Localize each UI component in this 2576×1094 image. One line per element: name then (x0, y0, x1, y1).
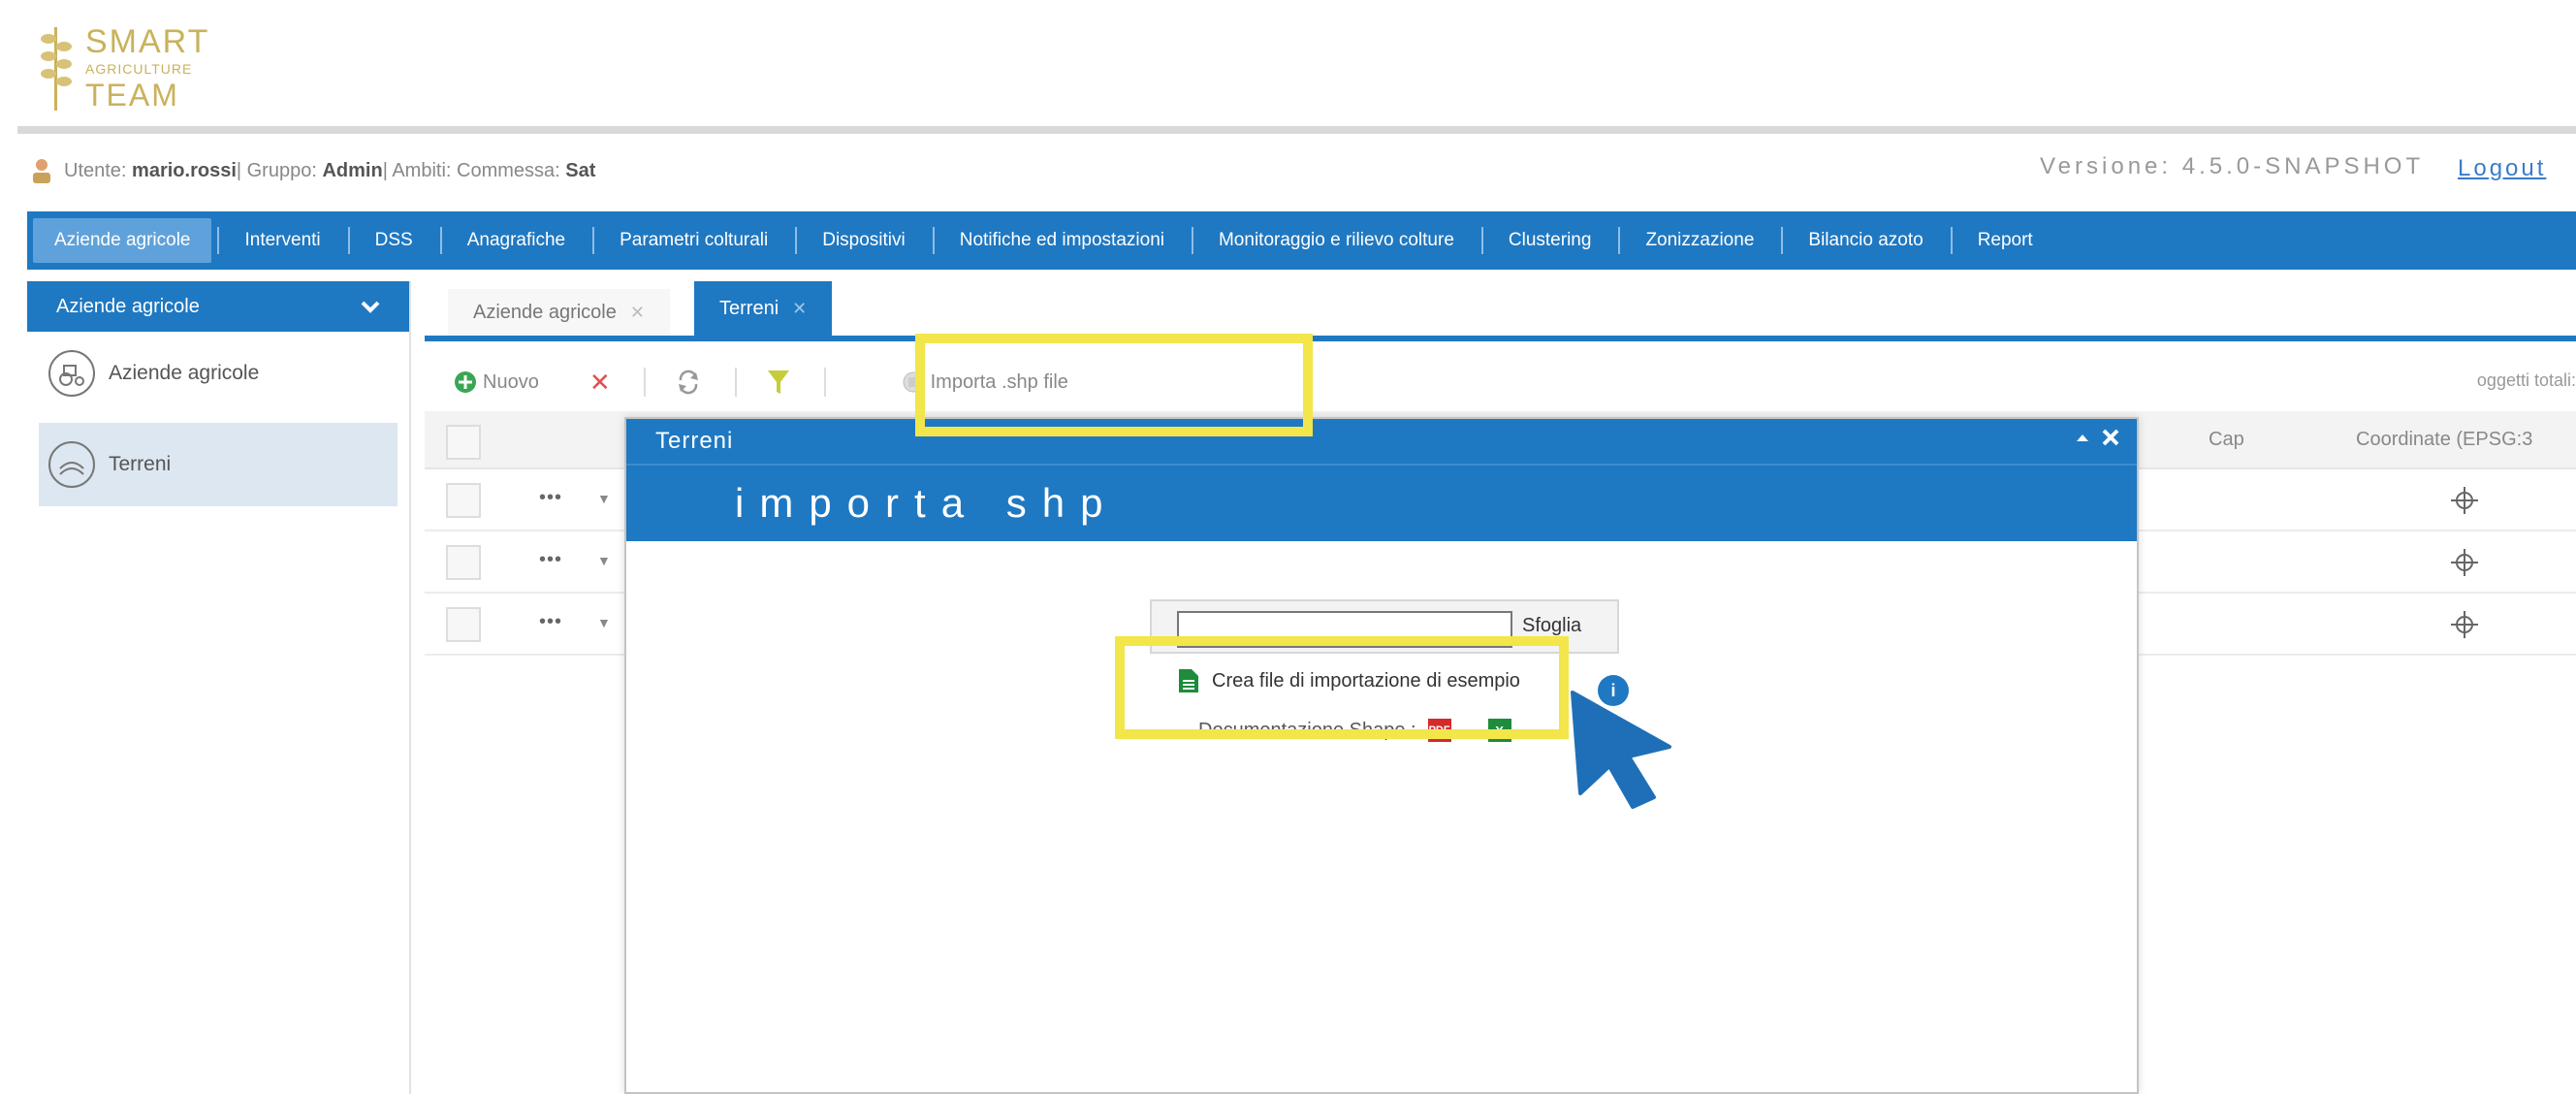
nav-clustering[interactable]: Clustering (1480, 211, 1619, 270)
nav-bilancio-azoto[interactable]: Bilancio azoto (1781, 211, 1950, 270)
close-icon[interactable]: ✕ (630, 303, 645, 323)
version-label: Versione: 4.5.0-SNAPSHOT (2040, 153, 2425, 179)
wheat-logo-icon (41, 27, 72, 111)
new-button[interactable]: Nuovo (454, 370, 539, 394)
nav-report[interactable]: Report (1950, 211, 2060, 270)
create-example-file-label: Crea file di importazione di esempio (1212, 669, 1520, 692)
x-icon: ✕ (588, 367, 611, 397)
user-icon (33, 159, 50, 183)
nav-notifiche[interactable]: Notifiche ed impostazioni (932, 211, 1192, 270)
file-upload-box: Sfoglia (1150, 599, 1619, 654)
chevron-down-icon (361, 301, 380, 313)
pdf-icon[interactable]: PDF (1427, 719, 1451, 742)
user-label: Utente: (64, 159, 127, 181)
sidebar-header-label: Aziende agricole (56, 295, 200, 317)
chevron-down-icon[interactable]: ▼ (597, 615, 611, 630)
dialog-controls (2075, 427, 2121, 448)
sidebar-item-terreni[interactable]: Terreni (39, 423, 398, 506)
nav-aziende-agricole[interactable]: Aziende agricole (33, 218, 212, 263)
upload-icon (903, 371, 924, 393)
plus-circle-icon (455, 371, 476, 393)
toolbar-divider (643, 368, 646, 397)
sidebar-item-label: Terreni (109, 453, 172, 475)
select-all-checkbox[interactable] (446, 425, 481, 460)
app-root: SMART AGRICULTURE TEAM Utente: mario.ros… (0, 0, 2576, 1094)
close-icon[interactable] (2100, 427, 2121, 448)
column-header-coordinates[interactable]: Coordinate (EPSG:3 (2356, 429, 2532, 451)
column-header-cap[interactable]: Cap (2209, 429, 2244, 451)
dialog-titlebar[interactable]: Terreni (626, 419, 2137, 464)
row-actions-menu[interactable]: ••• (539, 549, 562, 571)
header-divider (17, 126, 2576, 134)
chevron-down-icon[interactable]: ▼ (597, 491, 611, 506)
tractor-icon (48, 350, 95, 397)
user-name: mario.rossi (132, 159, 237, 181)
create-example-file-link[interactable]: Crea file di importazione di esempio (1179, 669, 1520, 692)
sidebar-header[interactable]: Aziende agricole (27, 281, 409, 332)
logo-line2: AGRICULTURE (85, 61, 193, 77)
shape-documentation-row: Documentazione Shape : PDF X (1198, 716, 1511, 745)
arrow-cursor-icon (1571, 691, 1671, 809)
toolbar-divider (823, 368, 826, 397)
shape-documentation-label: Documentazione Shape : (1198, 719, 1416, 741)
tab-terreni[interactable]: Terreni ✕ (694, 281, 833, 336)
collapse-icon[interactable] (2075, 430, 2090, 445)
ambiti-label: | Ambiti: Commessa: (382, 159, 560, 181)
spreadsheet-icon (1179, 669, 1198, 692)
import-shp-dialog: Terreni importa shp Sfoglia Crea file di… (624, 417, 2139, 1094)
import-shp-button[interactable]: Importa .shp file (902, 370, 1068, 394)
close-icon[interactable]: ✕ (792, 299, 807, 319)
nav-interventi[interactable]: Interventi (217, 211, 347, 270)
crosshair-icon[interactable] (2449, 485, 2480, 516)
total-objects-label: oggetti totali: (2476, 370, 2576, 390)
row-actions-menu[interactable]: ••• (539, 487, 562, 509)
filter-icon (767, 370, 789, 394)
nav-monitoraggio[interactable]: Monitoraggio e rilievo colture (1191, 211, 1481, 270)
ambiti-value: Sat (565, 159, 596, 181)
group-name: Admin (322, 159, 383, 181)
logout-link[interactable]: Logout (2458, 155, 2546, 182)
refresh-button[interactable] (675, 369, 702, 396)
tab-label: Aziende agricole (473, 301, 617, 323)
new-button-label: Nuovo (483, 370, 539, 393)
nav-anagrafiche[interactable]: Anagrafiche (439, 211, 592, 270)
dialog-banner: importa shp (626, 464, 2137, 541)
sidebar-item-aziende-agricole[interactable]: Aziende agricole (27, 332, 409, 415)
import-shp-label: Importa .shp file (930, 370, 1068, 393)
row-checkbox[interactable] (446, 607, 481, 642)
field-icon (48, 441, 95, 488)
delete-button[interactable]: ✕ (589, 368, 611, 398)
refresh-icon (678, 370, 698, 395)
nav-dispositivi[interactable]: Dispositivi (795, 211, 933, 270)
sidebar-item-label: Aziende agricole (109, 362, 260, 384)
logo-line1: SMART (85, 23, 210, 60)
crosshair-icon[interactable] (2449, 609, 2480, 640)
row-checkbox[interactable] (446, 483, 481, 518)
tab-bar: Aziende agricole ✕ Terreni ✕ (425, 281, 2576, 341)
row-actions-menu[interactable]: ••• (539, 611, 562, 633)
main-nav: Aziende agricole Interventi DSS Anagrafi… (27, 211, 2576, 270)
nav-parametri-colturali[interactable]: Parametri colturali (592, 211, 795, 270)
nav-zonizzazione[interactable]: Zonizzazione (1618, 211, 1781, 270)
row-checkbox[interactable] (446, 545, 481, 580)
nav-dss[interactable]: DSS (347, 211, 440, 270)
logo-line3: TEAM (85, 78, 179, 113)
toolbar: Nuovo ✕ Importa .shp file oggetti totali… (425, 359, 2576, 405)
excel-icon[interactable]: X (1487, 719, 1511, 742)
dialog-title: Terreni (655, 428, 734, 454)
tab-aziende-agricole[interactable]: Aziende agricole ✕ (448, 289, 670, 336)
file-path-input[interactable] (1177, 611, 1512, 648)
filter-button[interactable] (766, 369, 791, 396)
group-label: | Gruppo: (236, 159, 317, 181)
sidebar: Aziende agricole Aziende agricole Terren… (27, 281, 411, 1094)
toolbar-divider (734, 368, 737, 397)
tab-label: Terreni (719, 297, 779, 319)
logo-text: SMART AGRICULTURE TEAM (85, 25, 209, 111)
logo: SMART AGRICULTURE TEAM (29, 12, 242, 118)
crosshair-icon[interactable] (2449, 547, 2480, 578)
chevron-down-icon[interactable]: ▼ (597, 553, 611, 568)
browse-button[interactable]: Sfoglia (1522, 615, 1581, 637)
